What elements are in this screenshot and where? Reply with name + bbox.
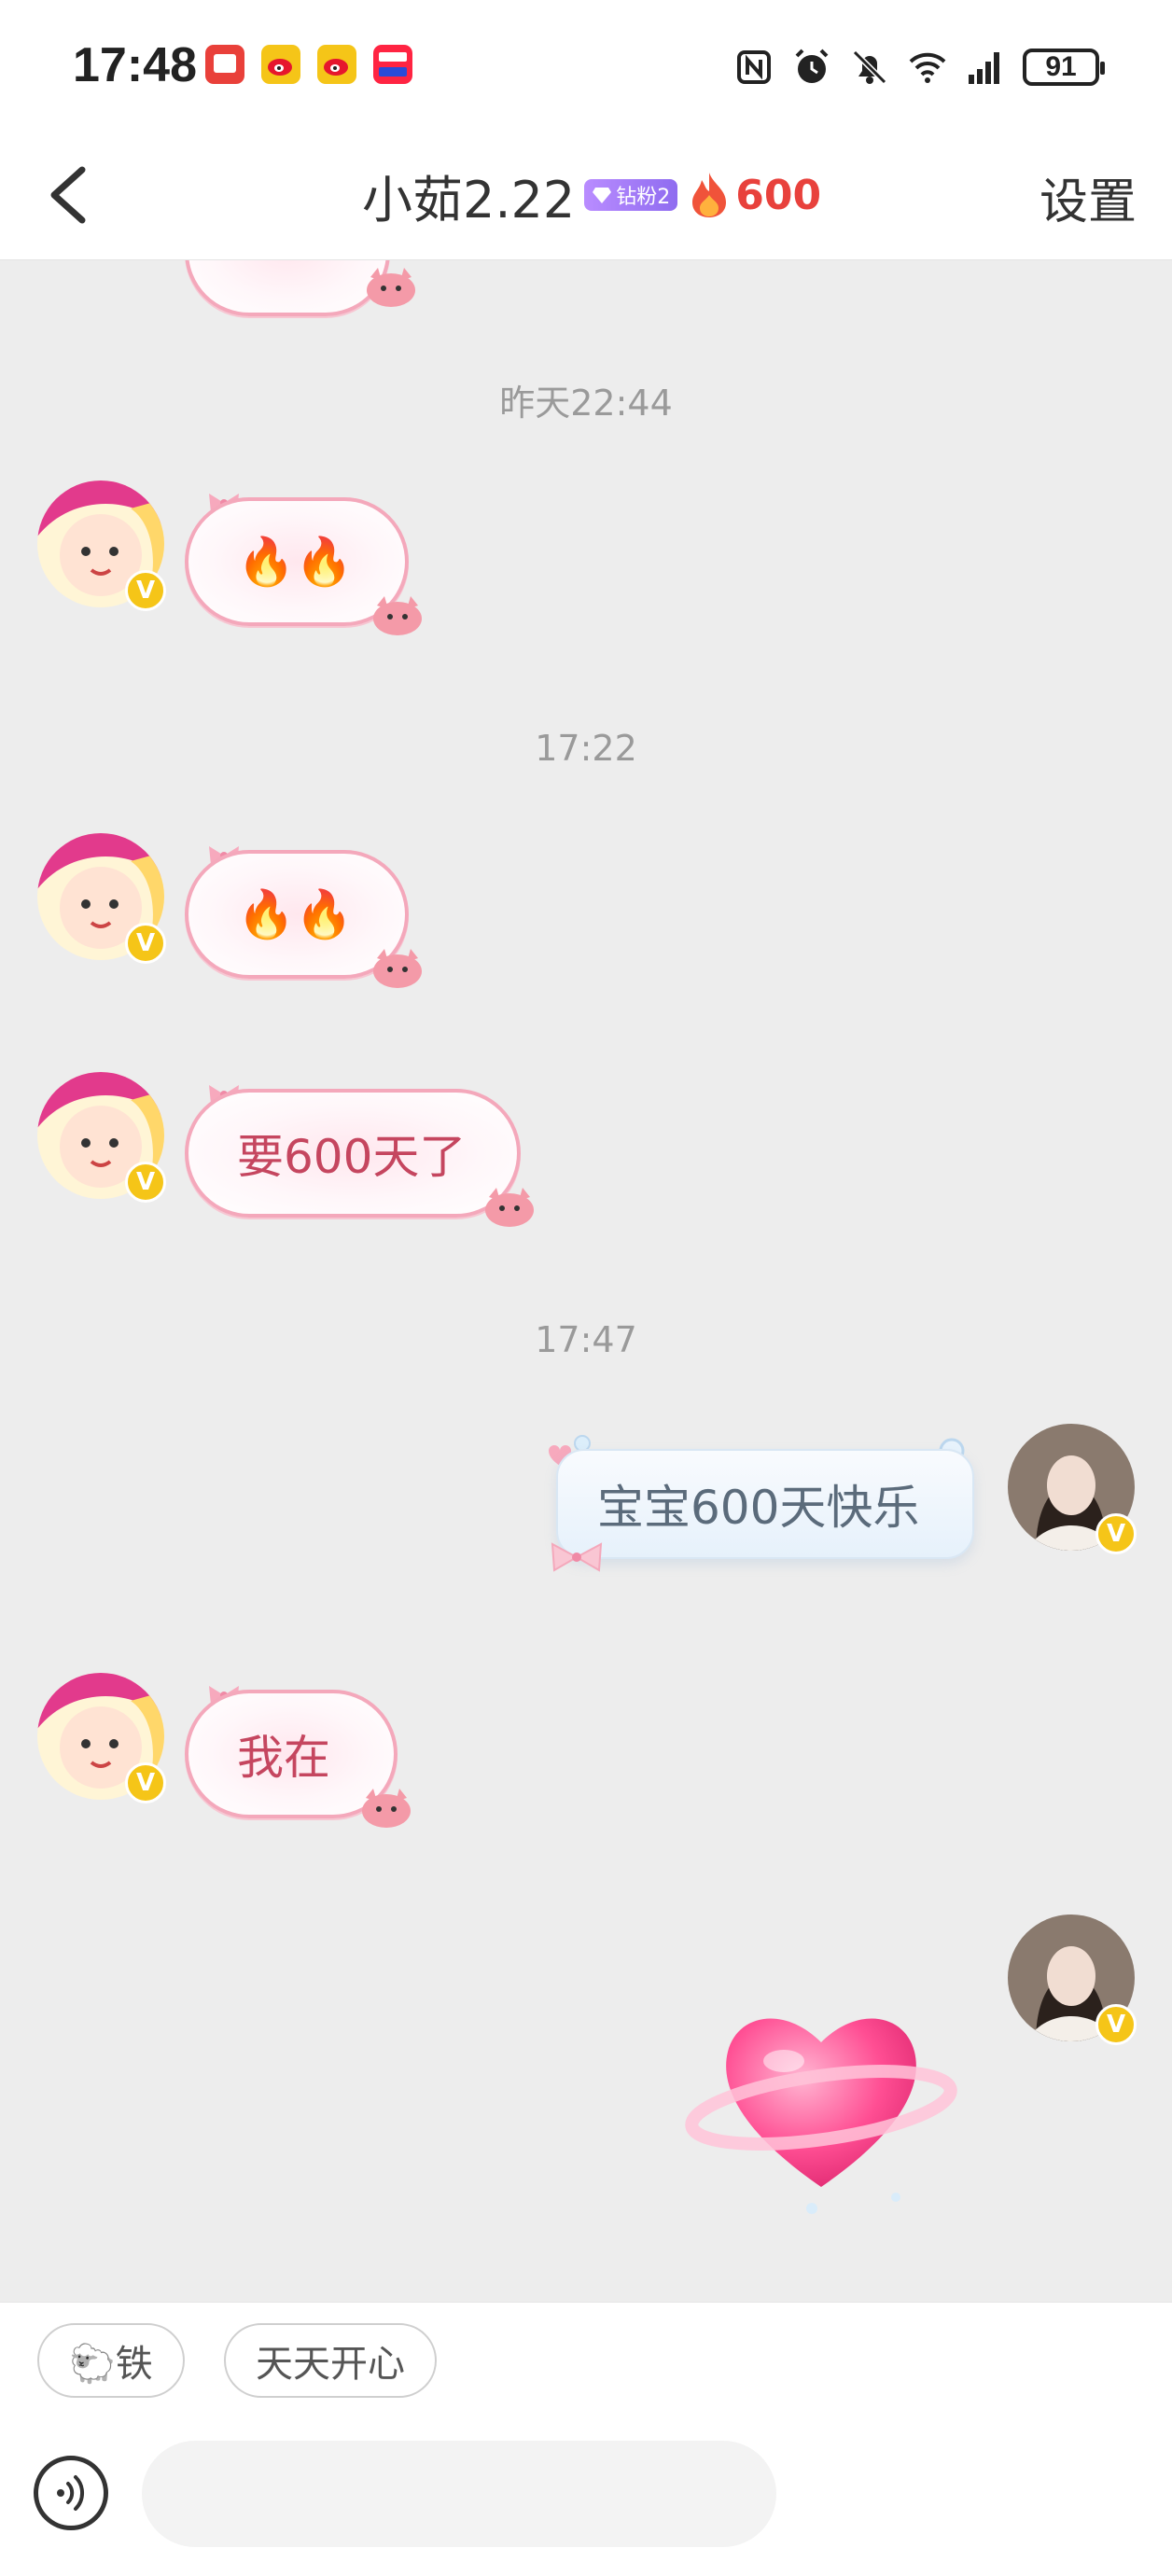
pet-sticker-icon <box>362 1789 411 1828</box>
battery-level: 91 <box>1045 51 1077 82</box>
status-bar: 17:48 91 <box>0 0 1172 131</box>
message-bubble[interactable]: 要600天了 <box>185 1089 521 1218</box>
pet-sticker-icon <box>485 1188 534 1227</box>
chat-title: 小茹2.22 <box>362 170 576 230</box>
verified-badge-icon: V <box>125 1162 166 1203</box>
pet-sticker-icon <box>373 596 422 635</box>
verified-badge-icon: V <box>125 570 166 611</box>
message-text: 我在 <box>237 1731 330 1785</box>
signal-icon <box>969 52 999 84</box>
back-button[interactable] <box>35 162 101 228</box>
status-icons: 91 <box>733 41 1105 93</box>
verified-badge-icon: V <box>125 1762 166 1803</box>
my-message-bubble[interactable]: 宝宝600天快乐 <box>556 1449 974 1559</box>
streak-counter: 600 <box>689 171 821 219</box>
nfc-icon <box>737 50 771 84</box>
battery-indicator: 91 <box>1023 49 1105 86</box>
message-list[interactable]: 昨天22:44 V 🔥🔥 17:22 V 🔥🔥 V 要600天了 17:47 V… <box>0 260 1172 2302</box>
voice-input-button[interactable] <box>34 2456 108 2530</box>
chat-header: 小茹2.22 钻粉2 600 设置 <box>0 131 1172 260</box>
voice-wave-icon <box>57 2475 85 2511</box>
quick-reply-chip[interactable]: 🐑铁 <box>37 2323 185 2398</box>
verified-badge-icon: V <box>1095 2004 1137 2045</box>
contact-avatar[interactable]: V <box>37 833 166 964</box>
bow-icon <box>551 1542 603 1572</box>
verified-badge-icon: V <box>125 923 166 964</box>
message-text: 🔥🔥 <box>237 534 354 589</box>
mute-bell-icon <box>852 49 887 85</box>
my-avatar[interactable]: V <box>1008 1915 1137 2045</box>
pet-sticker-icon <box>367 268 415 307</box>
streak-count: 600 <box>735 171 822 219</box>
heart-sticker[interactable] <box>681 1977 961 2220</box>
status-time: 17:48 <box>73 38 197 92</box>
contact-avatar[interactable]: V <box>37 1072 166 1203</box>
contact-avatar[interactable]: V <box>37 1673 166 1803</box>
weibo-icon-2 <box>317 45 356 84</box>
message-text: 宝宝600天快乐 <box>597 1481 920 1535</box>
pet-sticker-icon <box>373 949 422 988</box>
weibo-icon <box>261 45 300 84</box>
quick-reply-chip[interactable]: 天天开心 <box>224 2323 437 2398</box>
fan-level-badge: 钻粉2 <box>584 179 678 211</box>
wifi-icon <box>909 52 946 83</box>
message-timestamp: 17:22 <box>535 728 637 769</box>
alarm-icon <box>795 49 829 83</box>
contact-avatar[interactable]: V <box>37 480 166 611</box>
fire-icon <box>692 173 727 217</box>
my-avatar[interactable]: V <box>1008 1424 1137 1554</box>
settings-button[interactable]: 设置 <box>1039 162 1137 232</box>
message-input[interactable] <box>142 2441 776 2547</box>
message-timestamp: 17:47 <box>535 1319 637 1360</box>
message-text: 🔥🔥 <box>237 886 354 941</box>
chevron-left-icon <box>50 166 86 224</box>
verified-badge-icon: V <box>1095 1513 1137 1554</box>
message-text: 要600天了 <box>237 1130 467 1184</box>
xiaohongshu-icon <box>373 45 412 84</box>
composer-area: 🐑铁 天天开心 <box>0 2302 1172 2576</box>
message-timestamp: 昨天22:44 <box>499 383 673 424</box>
diamond-icon <box>593 188 612 203</box>
fan-badge-label: 钻粉2 <box>616 186 671 209</box>
chat-title-group[interactable]: 小茹2.22 钻粉2 600 <box>362 153 821 237</box>
notification-app-icon <box>205 45 244 84</box>
